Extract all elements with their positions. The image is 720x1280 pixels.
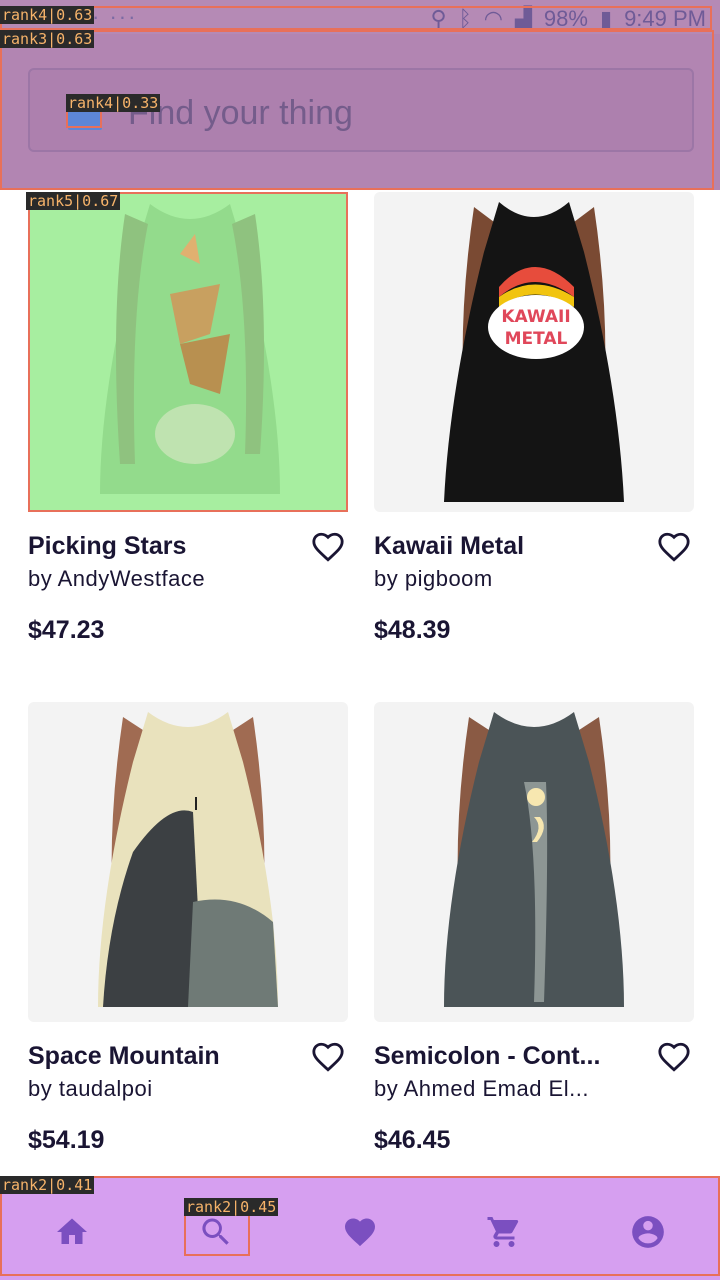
- account-icon: [632, 1216, 664, 1248]
- search-icon[interactable]: [68, 98, 102, 130]
- nav-search[interactable]: [194, 1210, 238, 1254]
- status-notifications: · ···: [92, 4, 138, 29]
- dress-image: [98, 712, 278, 1007]
- product-artist: by pigboom: [374, 566, 493, 591]
- location-icon: ⚲: [430, 6, 447, 31]
- search-input[interactable]: Find your thing: [28, 68, 694, 152]
- search-header: Find your thing: [0, 34, 720, 190]
- cart-icon: [487, 1217, 519, 1247]
- heart-icon: [345, 1218, 375, 1247]
- product-card[interactable]: Picking Stars by AndyWestface $47.23: [28, 192, 348, 652]
- product-image[interactable]: [28, 192, 348, 512]
- status-indicators: ⚲ ᛒ ◠ ▟ 98% ▮ 9:49 PM: [430, 6, 706, 32]
- favorite-icon[interactable]: [310, 1040, 346, 1074]
- product-title: Kawaii Metal: [374, 532, 525, 560]
- nav-cart[interactable]: [482, 1210, 526, 1254]
- favorite-icon[interactable]: [656, 530, 692, 564]
- nav-favorites[interactable]: [338, 1210, 382, 1254]
- product-image[interactable]: KAWAII METAL: [374, 192, 694, 512]
- wifi-icon: ◠: [483, 6, 503, 31]
- product-card[interactable]: Space Mountain by taudalpoi $54.19: [28, 702, 348, 1162]
- bottom-navigation: [0, 1176, 720, 1280]
- home-icon: [57, 1218, 87, 1244]
- product-title: Picking Stars: [28, 532, 187, 560]
- product-card[interactable]: Semicolon - Cont... by Ahmed Emad El... …: [374, 702, 694, 1162]
- status-bar: · ··· ⚲ ᛒ ◠ ▟ 98% ▮ 9:49 PM: [0, 0, 720, 34]
- product-price: $48.39: [374, 616, 451, 644]
- product-card[interactable]: KAWAII METAL Kawaii Metal by pigboom $48…: [374, 192, 694, 652]
- favorite-icon[interactable]: [656, 1040, 692, 1074]
- product-image[interactable]: [374, 702, 694, 1022]
- dress-image: [444, 712, 624, 1007]
- bluetooth-icon: ᛒ: [458, 6, 472, 31]
- svg-text:METAL: METAL: [505, 329, 568, 349]
- product-image[interactable]: [28, 702, 348, 1022]
- product-price: $54.19: [28, 1126, 105, 1154]
- product-price: $46.45: [374, 1126, 451, 1154]
- signal-icon: ▟: [514, 6, 532, 31]
- product-price: $47.23: [28, 616, 105, 644]
- product-title: Semicolon - Cont...: [374, 1042, 601, 1070]
- search-placeholder: Find your thing: [128, 94, 353, 132]
- battery-level: 98%: [543, 6, 588, 31]
- dress-image: [100, 204, 280, 494]
- favorite-icon[interactable]: [310, 530, 346, 564]
- nav-home[interactable]: [50, 1210, 94, 1254]
- product-artist: by AndyWestface: [28, 566, 206, 591]
- product-artist: by taudalpoi: [28, 1076, 153, 1101]
- battery-icon: ▮: [599, 6, 613, 31]
- dress-image: KAWAII METAL: [444, 202, 624, 502]
- status-time: 9:49 PM: [624, 6, 706, 31]
- nav-account[interactable]: [626, 1210, 670, 1254]
- svg-text:KAWAII: KAWAII: [501, 307, 570, 327]
- product-artist: by Ahmed Emad El...: [374, 1076, 589, 1101]
- product-title: Space Mountain: [28, 1042, 220, 1070]
- search-icon: [202, 1218, 229, 1245]
